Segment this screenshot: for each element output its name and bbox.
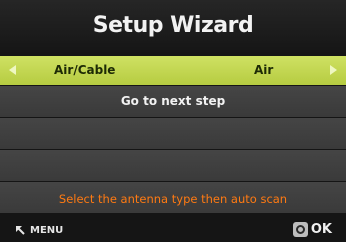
left-arrow-icon[interactable] xyxy=(9,65,16,75)
air-cable-value[interactable]: Air xyxy=(254,63,273,77)
menu-row-go-to-next-step[interactable]: Go to next step xyxy=(0,86,346,117)
menu-label: MENU xyxy=(30,224,64,236)
ok-label: OK xyxy=(310,221,332,237)
page-title: Setup Wizard xyxy=(92,13,254,38)
setup-wizard-screen: Setup Wizard Air/Cable Air Go to next st… xyxy=(0,0,346,242)
air-cable-label: Air/Cable xyxy=(54,63,116,77)
right-arrow-icon[interactable] xyxy=(330,65,337,75)
ok-button[interactable]: OK xyxy=(292,221,332,237)
ok-circle-icon xyxy=(292,221,308,237)
menu-row-air-cable[interactable]: Air/Cable Air xyxy=(0,56,346,85)
title-bar: Setup Wizard xyxy=(0,0,346,52)
hint-text: Select the antenna type then auto scan xyxy=(58,192,288,206)
return-arrow-icon xyxy=(16,226,25,235)
go-to-next-step-label: Go to next step xyxy=(120,94,226,108)
menu-row-empty xyxy=(0,118,346,149)
menu-button[interactable]: MENU xyxy=(14,223,63,237)
menu-row-empty xyxy=(0,150,346,181)
menu-list: Air/Cable Air Go to next step xyxy=(0,56,346,214)
